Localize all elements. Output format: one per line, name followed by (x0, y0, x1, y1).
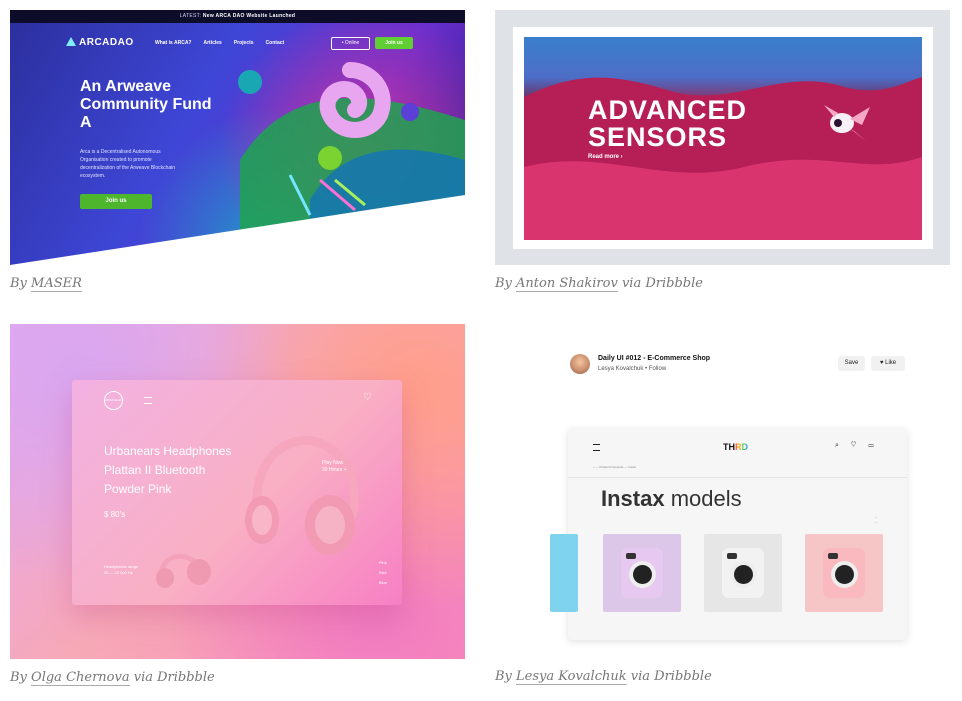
caption-by: By (495, 669, 512, 684)
artwork-frame: ADVANCED SENSORS Read more › (513, 27, 933, 249)
read-more-link: Read more › (588, 154, 623, 160)
brand-prefix: TH (723, 442, 735, 452)
instax-shop-preview[interactable]: Daily UI #012 - E-Commerce Shop Lesya Ko… (495, 324, 950, 659)
author-link-maser[interactable]: MASER (31, 276, 82, 292)
headline-line-1: ADVANCED (588, 95, 748, 125)
arca-headline: An Arweave Community Fund A (80, 78, 212, 131)
caption-via: via Dribbble (133, 670, 215, 685)
swatch-red: Red (379, 570, 387, 575)
instax-camera (722, 548, 764, 598)
headline-line-2: SENSORS (588, 122, 728, 152)
shop-icons: ⌕♡▭ (835, 442, 886, 450)
like-button: ♥ Like (871, 356, 905, 371)
caption-lesya-kovalchuk: By Lesya Kovalchuk via Dribbble (495, 669, 712, 685)
caption-anton-shakirov: By Anton Shakirov via Dribbble (495, 276, 703, 292)
heart-icon: ♡ (850, 442, 869, 449)
swatch-blue: Blue (379, 580, 388, 585)
shot-author: Lesya Kovalchuk (598, 366, 644, 372)
instax-camera (823, 548, 865, 598)
shot-author-line: Lesya Kovalchuk • Follow (598, 366, 667, 372)
author-link-anton-shakirov[interactable]: Anton Shakirov (516, 276, 618, 292)
arca-dao-preview[interactable]: LATEST: New ARCA DAO Website Launched AR… (10, 10, 465, 265)
caption-by: By (495, 276, 512, 291)
camera-lens (633, 565, 652, 584)
range-value: 20 — 20 000 Hz (104, 570, 133, 575)
search-icon: ⌕ (835, 442, 851, 449)
advanced-sensors-preview[interactable]: ADVANCED SENSORS Read more › (495, 10, 950, 265)
caption-maser: By MASER (10, 276, 82, 292)
product-tile (550, 534, 578, 612)
caption-via: via Dribbble (621, 276, 703, 291)
caption-by: By (10, 670, 27, 685)
menu-icon (593, 444, 600, 451)
join-us-button: Join us (80, 194, 152, 209)
urbanears-preview[interactable]: URBANEARS ♡ Urbanears Headphones Plattan… (10, 324, 465, 659)
shop-heading: Instax models (601, 486, 742, 512)
camera-flash (727, 553, 737, 559)
product-panel: URBANEARS ♡ Urbanears Headphones Plattan… (72, 380, 402, 605)
save-button: Save (838, 356, 865, 371)
author-link-olga-chernova[interactable]: Olga Chernova (31, 670, 130, 686)
play-now-label: Play Now (322, 460, 344, 466)
brand-suffix: RD (735, 442, 748, 452)
follow-link: Follow (648, 366, 667, 372)
product-tile (805, 534, 883, 612)
arca-illustration (10, 62, 465, 265)
color-swatches: Pink Red Blue (379, 558, 387, 588)
breadcrumb: ⌂ — Polaroid Cameras — Instax (593, 465, 637, 469)
caption-by: By (10, 276, 27, 291)
heading-bold: Instax (601, 486, 665, 511)
caption-via: via Dribbble (630, 669, 712, 684)
shot-title: Daily UI #012 - E-Commerce Shop (598, 355, 711, 362)
heading-rest: models (664, 486, 742, 511)
camera-flash (828, 553, 838, 559)
sensors-headline: ADVANCED SENSORS (588, 97, 747, 151)
headphones-range: Headphones range 20 — 20 000 Hz (104, 564, 138, 576)
author-link-lesya-kovalchuk[interactable]: Lesya Kovalchuk (516, 669, 627, 685)
divider (568, 477, 907, 478)
arca-description: Arca is a Decentralised Autonomous Organ… (80, 149, 176, 179)
instax-camera (621, 548, 663, 598)
play-now: Play Now 30 Hours + (322, 460, 347, 474)
camera-flash (626, 553, 636, 559)
swatch-pink: Pink (379, 560, 387, 565)
cart-icon: ▭ (868, 442, 886, 449)
avatar (570, 354, 590, 374)
product-tile (704, 534, 782, 612)
camera-lens (835, 565, 854, 584)
brand-logo: THRD (723, 442, 748, 452)
camera-lens (734, 565, 753, 584)
play-now-sub: 30 Hours + (322, 467, 347, 473)
product-tile (603, 534, 681, 612)
caption-olga-chernova: By Olga Chernova via Dribbble (10, 670, 215, 686)
carousel-arrows: ← → (874, 514, 878, 524)
artwork: ADVANCED SENSORS Read more › (524, 37, 922, 240)
